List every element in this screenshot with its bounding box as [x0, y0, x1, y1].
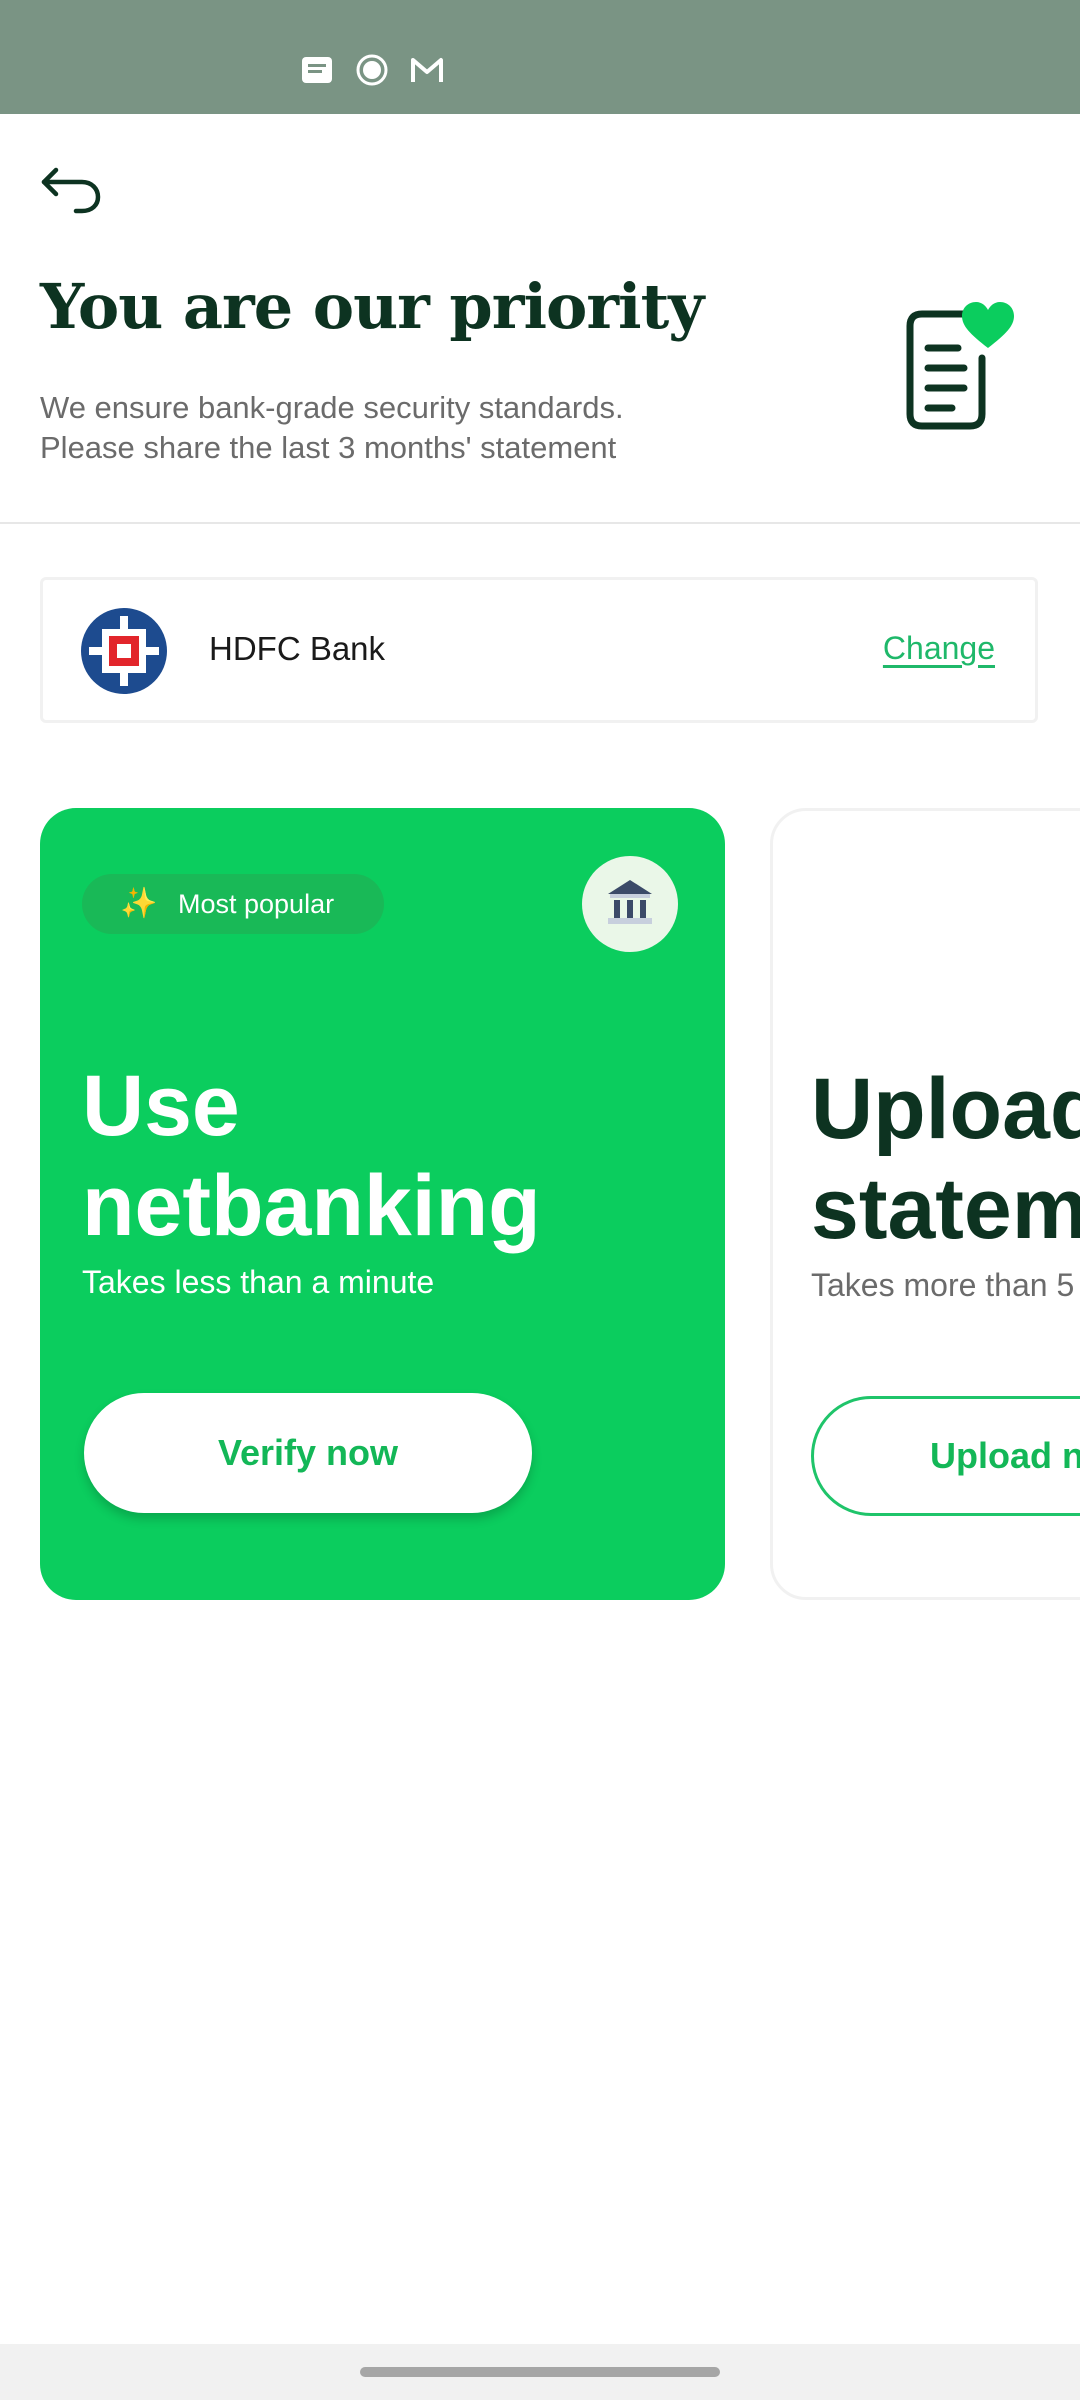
- upload-subtitle: Takes more than 5: [811, 1267, 1075, 1303]
- title-line-1: Upload: [811, 1061, 1080, 1157]
- bank-name: HDFC Bank: [209, 630, 386, 667]
- most-popular-badge: ✨ Most popular: [82, 874, 384, 934]
- back-arrow-icon[interactable]: [36, 156, 108, 220]
- home-indicator[interactable]: [360, 2367, 720, 2377]
- hdfc-logo-icon: [81, 608, 167, 694]
- document-heart-icon: [906, 302, 1014, 430]
- selected-bank-card: HDFC Bank Change: [40, 577, 1038, 723]
- sparkle-icon: ✨: [120, 887, 158, 920]
- upload-now-button[interactable]: Upload n: [811, 1396, 1080, 1516]
- netbanking-subtitle: Takes less than a minute: [82, 1264, 435, 1300]
- title-line-1: Use: [82, 1058, 240, 1154]
- record-icon: [356, 54, 388, 86]
- status-bar: [0, 0, 1080, 114]
- bank-building-badge: [582, 856, 678, 952]
- title-line-2: netbanking: [82, 1158, 541, 1254]
- subtitle-line-2: Please share the last 3 months' statemen…: [40, 430, 617, 465]
- upload-title: Upload statement: [811, 1059, 1080, 1259]
- netbanking-option-card[interactable]: ✨ Most popular Use netbanking Takes less…: [40, 808, 725, 1600]
- change-bank-link[interactable]: Change: [883, 630, 995, 667]
- title-line-2: statement: [811, 1161, 1080, 1257]
- header-divider: [0, 522, 1080, 524]
- upload-now-label: Upload n: [930, 1435, 1080, 1476]
- verify-now-label: Verify now: [217, 1432, 399, 1473]
- bank-building-icon: [608, 880, 652, 924]
- gmail-icon: [411, 58, 443, 82]
- badge-label: Most popular: [178, 889, 335, 919]
- netbanking-title: Use netbanking: [82, 1056, 702, 1256]
- upload-statement-option-card[interactable]: Upload statement Takes more than 5 Uploa…: [770, 808, 1080, 1600]
- subtitle-line-1: We ensure bank-grade security standards.: [40, 390, 624, 425]
- page-subtitle: We ensure bank-grade security standards.…: [40, 388, 760, 468]
- verify-now-button[interactable]: Verify now: [84, 1393, 532, 1513]
- message-icon: [302, 57, 332, 83]
- page-title: You are our priority: [40, 270, 704, 343]
